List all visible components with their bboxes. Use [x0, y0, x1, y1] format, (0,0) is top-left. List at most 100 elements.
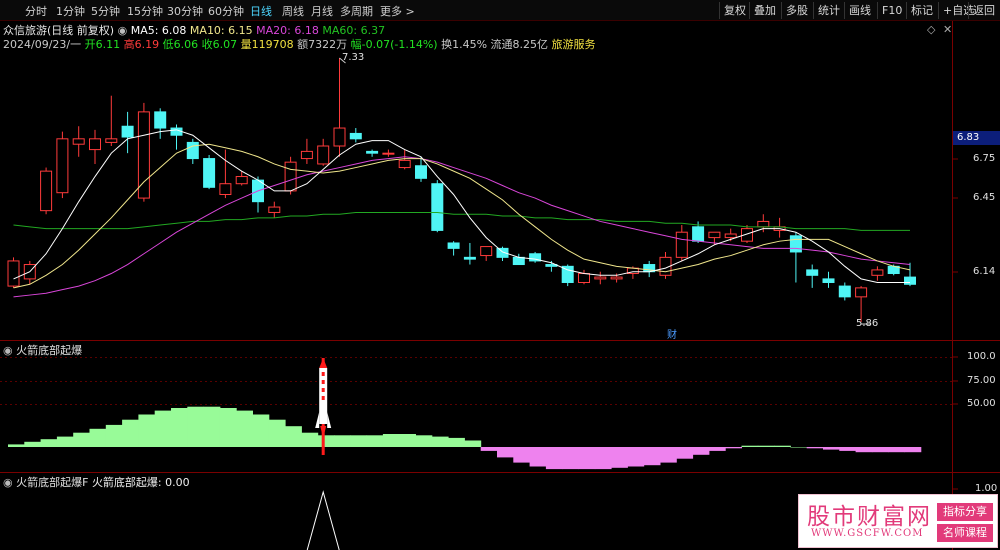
candle-down — [692, 226, 705, 242]
low-marker-label: 5.86 — [856, 318, 879, 329]
ind-axis-100: 100.0 — [967, 351, 996, 362]
financial-report-marker[interactable]: 财 — [667, 326, 677, 341]
ind-axis-75: 75.00 — [967, 375, 996, 386]
candle-up — [594, 276, 607, 280]
indicator2-settings-icon[interactable]: ◉ — [3, 476, 13, 489]
indicator1-name[interactable]: 火箭底部起爆 — [16, 344, 82, 357]
candle-down — [512, 256, 525, 266]
indicator-bar-positive — [122, 419, 139, 447]
indicator-bar-positive — [415, 435, 433, 447]
candle-up — [300, 150, 313, 160]
candle-up — [398, 159, 411, 169]
candle-down — [789, 235, 802, 253]
candle-up — [855, 287, 868, 298]
price-label-614: 6.14 — [973, 266, 996, 277]
candle-down — [154, 111, 167, 129]
indicator1-settings-icon[interactable]: ◉ — [3, 344, 13, 357]
candle-down — [186, 141, 199, 160]
candle-up — [333, 127, 346, 147]
indicator-bar-positive — [334, 435, 351, 447]
indicator2-line — [306, 490, 340, 550]
indicator-bar-positive — [187, 406, 205, 447]
candle-up — [610, 276, 623, 280]
indicator-bar-negative — [545, 447, 563, 470]
indicator-bar-positive — [105, 424, 123, 447]
indicator-bar-positive — [757, 445, 775, 447]
price-axis — [953, 158, 958, 490]
high-marker-label: 7.33 — [342, 52, 365, 63]
indicator-bar-negative — [855, 447, 873, 453]
candle-up — [105, 138, 118, 143]
price-label-645: 6.45 — [973, 192, 996, 203]
indicator-bar-negative — [480, 447, 498, 451]
indicator-bar-positive — [40, 439, 58, 447]
indicator-bar-positive — [448, 437, 465, 447]
candle-down — [366, 150, 379, 154]
candle-up — [675, 231, 688, 258]
candle-up — [708, 231, 721, 239]
indicator-bar-positive — [73, 432, 90, 447]
candle-up — [578, 273, 590, 283]
indicator-bar-positive — [382, 434, 400, 447]
indicator2-name[interactable]: 火箭底部起爆F — [16, 476, 88, 489]
candle-up — [40, 170, 53, 212]
indicator-bar-negative — [578, 447, 596, 470]
candle-down — [415, 165, 427, 179]
indicator-bar-positive — [24, 441, 42, 447]
ind-axis-50: 50.00 — [967, 398, 996, 409]
indicator-bar-positive — [252, 414, 270, 447]
indicator-bar-negative — [497, 447, 514, 458]
candle-down — [904, 276, 916, 285]
indicator-bar-positive — [56, 436, 74, 447]
candle-down — [121, 125, 134, 138]
indicator-bar-negative — [888, 447, 905, 453]
rocket-stripe — [321, 372, 325, 376]
candle-up — [7, 260, 20, 287]
rocket-stripe — [321, 380, 325, 384]
candle-up — [219, 183, 232, 195]
watermark-url: WWW.GSCFW.COM — [811, 528, 924, 539]
candle-up — [268, 206, 281, 213]
candle-up — [137, 111, 150, 199]
candle-down — [806, 269, 819, 276]
candle-down — [349, 132, 362, 140]
candle-down — [431, 183, 444, 231]
indicator-bar-negative — [823, 447, 840, 450]
ind2-axis-1: 1.00 — [975, 483, 998, 494]
indicator2-spike — [306, 490, 340, 550]
indicator-bar-positive — [203, 406, 221, 447]
indicator2-title: ◉ 火箭底部起爆F 火箭底部起爆: 0.00 — [3, 474, 190, 490]
indicator-bar-negative — [725, 447, 742, 449]
candle-down — [203, 158, 216, 188]
candle-up — [89, 138, 101, 151]
kline-chart[interactable] — [0, 0, 1000, 550]
indicator-bar-positive — [464, 440, 482, 447]
indicator-bar-negative — [871, 447, 889, 453]
indicator-bar-negative — [904, 447, 922, 453]
indicator-bar-positive — [154, 410, 172, 447]
candle-down — [447, 242, 460, 249]
candle-up — [757, 220, 770, 228]
indicator-bar-negative — [529, 447, 547, 467]
watermark-badge-indicator: 指标分享 — [937, 503, 993, 521]
indicator-bar-negative — [611, 447, 628, 468]
indicator-bar-negative — [594, 447, 612, 470]
indicator-bar-negative — [513, 447, 531, 463]
candle-up — [72, 138, 85, 145]
indicator-bar-positive — [317, 435, 335, 447]
indicator-bar-negative — [643, 447, 661, 466]
indicator-bar-negative — [562, 447, 579, 470]
indicator-bar-negative — [839, 447, 857, 451]
indicator-area — [8, 406, 922, 470]
indicator2-value: 火箭底部起爆: 0.00 — [91, 476, 190, 489]
indicator-bar-positive — [790, 447, 808, 448]
indicator-bar-positive — [741, 445, 759, 447]
rocket-nose — [319, 358, 328, 368]
rocket-fin-right — [327, 412, 332, 428]
indicator-bar-positive — [8, 444, 25, 447]
indicator-bar-positive — [774, 445, 791, 447]
current-price-tag: 6.83 — [953, 131, 1000, 145]
candle-down — [822, 278, 835, 283]
indicator-bar-positive — [431, 436, 449, 447]
watermark-logo: 股市财富网 WWW.GSCFW.COM 指标分享 名师课程 — [798, 494, 998, 548]
